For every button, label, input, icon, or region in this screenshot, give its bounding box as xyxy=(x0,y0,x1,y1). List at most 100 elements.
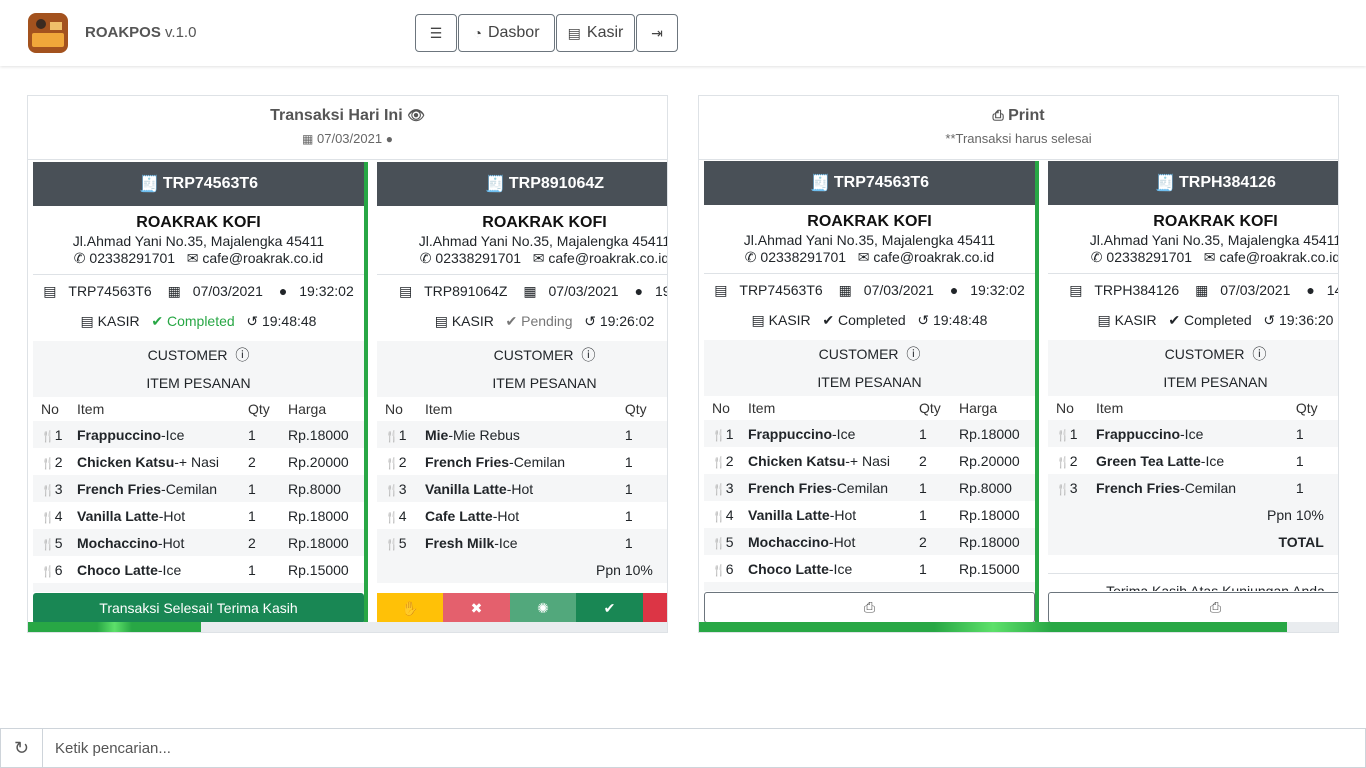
envelope-icon: ✉ xyxy=(1203,249,1216,265)
col-qty: Qty xyxy=(1295,400,1318,416)
item-name: Fresh Milk xyxy=(425,534,495,551)
double-check-icon: ✔ xyxy=(151,313,164,329)
print-panel-title: Print xyxy=(1008,107,1045,124)
item-variant: -Ice xyxy=(853,588,876,592)
cash-register-icon: ▤ xyxy=(567,25,581,41)
item-variant: -Hot xyxy=(829,506,857,523)
eye-icon[interactable]: 👁 xyxy=(407,108,425,122)
info-icon[interactable]: ⓘ xyxy=(581,347,595,363)
info-icon[interactable]: ⓘ xyxy=(906,346,920,362)
shop-address: Jl.Ahmad Yani No.35, Majalengka 45411 xyxy=(418,233,668,249)
cancel-button[interactable]: ✖ xyxy=(443,593,510,624)
item-no-cell: 🍴5 xyxy=(377,529,417,556)
item-variant: -Ice xyxy=(828,560,853,577)
calendar-icon: ▦ xyxy=(838,282,852,298)
delete-button[interactable] xyxy=(643,593,667,624)
item-qty: 1 xyxy=(248,426,256,443)
print-card: 🧾 TRPH384126 ROAKRAK KOFI Jl.Ahmad Yani N… xyxy=(1048,161,1339,623)
print-cards: 🧾 TRP74563T6 ROAKRAK KOFI Jl.Ahmad Yani N… xyxy=(703,161,1339,623)
item-variant: -Cemilan xyxy=(161,480,218,497)
info-icon[interactable]: ⓘ xyxy=(235,347,249,363)
today-progress-fill xyxy=(28,622,201,632)
cashier-button[interactable]: ▤ Kasir xyxy=(556,14,635,52)
print-button[interactable]: ⎙ xyxy=(1048,592,1338,623)
print-button[interactable]: ⎙ xyxy=(704,592,1035,623)
item-name-cell: Fresh Milk-Ice xyxy=(417,529,617,556)
shop-contact: ✆ 02338291701 ✉ cafe@roakrak.co.id xyxy=(1048,249,1338,266)
item-qty: 1 xyxy=(911,582,951,592)
shop-address: Jl.Ahmad Yani No.35, Majalengka 45411 xyxy=(743,232,996,248)
item-price: Rp.18000 xyxy=(288,507,349,524)
item-qty: 1 xyxy=(624,507,633,524)
item-name-cell: French Fries-Cemilan xyxy=(1088,474,1288,501)
item-name: French Fries xyxy=(77,480,162,497)
item-price: Rp.15000 xyxy=(288,561,349,578)
print-panel-header: ⎙ Print **Transaksi harus selesai xyxy=(699,96,1338,160)
item-price: Rp.18000 xyxy=(288,534,349,551)
clock-icon: ● xyxy=(385,132,393,146)
item-no-cell: 🍴3 xyxy=(1048,474,1088,501)
item-row: 🍴3French Fries-Cemilan1Rp.800 xyxy=(1048,474,1338,501)
transaction-status-row: ▤ KASIR ✔ Completed ↺ 19:36:20 xyxy=(1048,312,1338,334)
status-time: 19:48:48 xyxy=(932,312,988,328)
item-row: 🍴4 Vanilla Latte-Hot 1 Rp.18000 xyxy=(33,502,364,529)
item-name-cell: Green Tea Latte-Ice xyxy=(1088,447,1288,474)
clock-icon: ● xyxy=(949,282,959,298)
item-row: 🍴1 Frappuccino-Ice 1 Rp.18000 xyxy=(704,420,1035,447)
meta-date: 07/03/2021 xyxy=(548,283,619,299)
calendar-icon: ▦ xyxy=(1195,282,1209,298)
shop-contact: ✆ 02338291701 ✉ cafe@roakrak.co.id xyxy=(33,250,364,267)
calendar-icon: ▦ xyxy=(523,283,537,299)
hold-button[interactable]: ✋ xyxy=(377,593,443,624)
item-qty: 1 xyxy=(624,453,633,470)
item-no-cell: 🍴5 xyxy=(704,528,740,555)
receipt-icon: ▤ xyxy=(398,283,413,299)
transaction-cards: 🧾 TRP74563T6 ROAKRAK KOFI Jl.Ahmad Yani N… xyxy=(32,162,668,624)
history-icon: ↺ xyxy=(1263,312,1276,328)
utensils-icon: 🍴 xyxy=(41,511,55,524)
item-price: Rp.18000 xyxy=(288,426,349,443)
shop-name: ROAKRAK KOFI xyxy=(807,213,932,230)
item-no: 2 xyxy=(725,452,734,469)
item-name: Choco Latte xyxy=(77,561,158,578)
item-no: 4 xyxy=(725,506,734,523)
item-price: Rp.160 xyxy=(659,502,668,529)
search-input[interactable] xyxy=(43,729,1365,767)
complete-button[interactable]: ✔ xyxy=(576,593,643,624)
refresh-button[interactable]: ↻ xyxy=(1,729,43,767)
item-name: Choco Latte xyxy=(748,560,829,577)
item-price: Rp.18000 xyxy=(959,506,1020,523)
shop-address: Jl.Ahmad Yani No.35, Majalengka 45411 xyxy=(1089,232,1339,248)
print-panel-note: **Transaksi harus selesai xyxy=(945,131,1092,146)
item-name: Mochaccino xyxy=(748,533,829,550)
item-no: 2 xyxy=(398,453,407,470)
meta-time: 19:32:02 xyxy=(299,283,354,299)
utensils-icon: 🍴 xyxy=(712,483,726,496)
print-icon: ⎙ xyxy=(1209,599,1222,615)
item-name-cell: Cafe Latte-Hot xyxy=(417,502,617,529)
item-variant: -Ice xyxy=(1180,425,1204,442)
utensils-icon: 🍴 xyxy=(41,484,55,497)
utensils-icon: 🍴 xyxy=(712,537,726,550)
dashboard-button[interactable]: ◔ Dasbor xyxy=(458,14,555,52)
item-name: Mie xyxy=(425,426,449,443)
transaction-done-button[interactable]: Transaksi Selesai! Terima Kasih xyxy=(33,593,364,624)
item-no-cell: 🍴2 xyxy=(1048,447,1088,474)
item-variant: -Ice xyxy=(1200,452,1225,469)
item-price: Rp.130 xyxy=(659,421,668,448)
items-heading: ITEM PESANAN xyxy=(1048,368,1338,396)
info-icon[interactable]: ⓘ xyxy=(1252,346,1266,362)
thank-you-note: Terima Kasih Atas Kunjungan Anda xyxy=(1048,573,1338,591)
menu-button[interactable]: ☰ xyxy=(415,14,457,52)
calendar-icon: ▦ xyxy=(302,132,314,146)
logout-button[interactable]: ⇥ xyxy=(636,14,678,52)
item-qty: 1 xyxy=(248,507,256,524)
col-item: Item xyxy=(425,401,453,417)
col-price: Harga xyxy=(959,400,998,416)
shop-name: ROAKRAK KOFI xyxy=(482,214,607,231)
shop-address: Jl.Ahmad Yani No.35, Majalengka 45411 xyxy=(72,233,325,249)
process-button[interactable]: ✺ xyxy=(510,593,576,624)
transaction-status-row: ▤ KASIR ✔ Completed ↺ 19:48:48 xyxy=(33,313,364,335)
transaction-id: TRP74563T6 xyxy=(833,174,930,191)
utensils-icon: 🍴 xyxy=(41,538,55,551)
